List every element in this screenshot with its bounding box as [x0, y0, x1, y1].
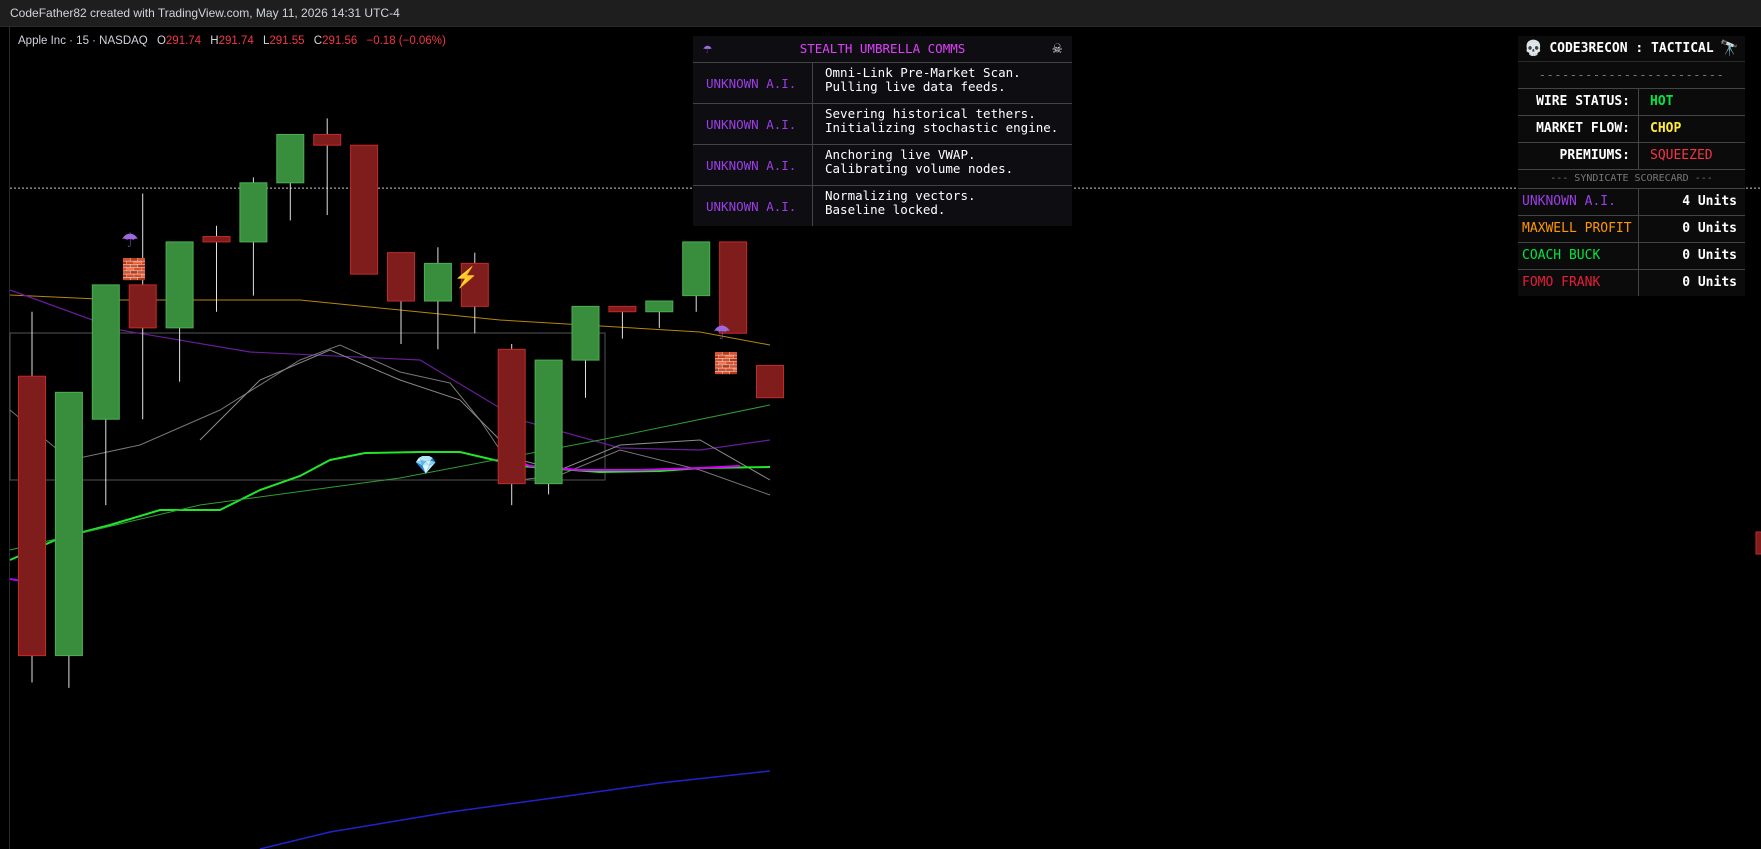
status-label: WIRE STATUS: — [1518, 89, 1639, 115]
candle-body — [645, 300, 674, 313]
candle-body — [756, 364, 784, 399]
comms-message: Normalizing vectors. Baseline locked. — [813, 186, 1072, 226]
candle-body — [202, 236, 231, 243]
comms-message-line: Initializing stochastic engine. — [825, 120, 1059, 135]
change-value: −0.18 (−0.06%) — [366, 35, 446, 47]
bright-green-ma-line — [9, 451, 771, 561]
candle-body — [387, 252, 415, 302]
candle-body — [165, 241, 194, 329]
scorecard-row: COACH BUCK 0 Units — [1518, 243, 1745, 270]
brick-wall-icon: 🧱 — [714, 351, 739, 375]
grey-ma-line-1 — [9, 344, 771, 496]
candle-body — [719, 241, 748, 334]
candle-body — [276, 133, 305, 184]
high-value: 291.74 — [218, 35, 254, 47]
candle-body — [571, 305, 600, 361]
scorecard-row: UNKNOWN A.I. 4 Units — [1518, 189, 1745, 216]
comms-header: ☂ STEALTH UMBRELLA COMMS ☠ — [693, 36, 1072, 63]
comms-message: Omni-Link Pre-Market Scan. Pulling live d… — [813, 63, 1072, 103]
comms-row: UNKNOWN A.I. Severing historical tethers… — [693, 104, 1072, 145]
open-value: 291.74 — [165, 35, 202, 47]
comms-message-line: Severing historical tethers. — [825, 106, 1036, 121]
lightning-icon: ⚡ — [454, 265, 479, 289]
scorecard-title: --- SYNDICATE SCORECARD --- — [1518, 170, 1745, 189]
umbrella-signal-icon: ☂ — [713, 322, 731, 344]
indicator-overlays — [9, 187, 1761, 849]
comms-message-line: Pulling live data feeds. — [825, 79, 1006, 94]
comms-row: UNKNOWN A.I. Normalizing vectors. Baselin… — [693, 186, 1072, 226]
candle-body — [54, 391, 83, 657]
comms-sender: UNKNOWN A.I. — [693, 104, 813, 144]
comms-sender: UNKNOWN A.I. — [693, 186, 813, 226]
skull-crossbones-icon: ☠ — [1052, 38, 1062, 57]
candle-body — [128, 284, 157, 329]
open-label: O — [156, 35, 166, 47]
comms-message: Severing historical tethers. Initializing… — [813, 104, 1072, 144]
price-axis-marker — [1755, 531, 1761, 555]
tactical-separator: ------------------------ — [1518, 62, 1745, 89]
status-row: WIRE STATUS: HOT — [1518, 89, 1745, 116]
comms-title: STEALTH UMBRELLA COMMS — [799, 41, 966, 56]
candle-body — [91, 284, 120, 420]
candle-body — [534, 359, 563, 485]
candle-body — [239, 182, 268, 243]
candle-body — [423, 262, 452, 302]
thin-green-ma-line — [9, 404, 771, 551]
comms-row: UNKNOWN A.I. Anchoring live VWAP. Calibra… — [693, 145, 1072, 186]
purple-ma-line — [9, 289, 771, 451]
comms-sender: UNKNOWN A.I. — [693, 145, 813, 185]
close-value: 291.56 — [322, 35, 358, 47]
comms-panel: ☂ STEALTH UMBRELLA COMMS ☠ UNKNOWN A.I. … — [693, 36, 1072, 226]
status-label: PREMIUMS: — [1518, 143, 1639, 169]
candle-body — [497, 348, 526, 485]
scorecard-units: 4 Units — [1682, 194, 1737, 209]
umbrella-signal-icon: ☂ — [121, 230, 139, 252]
candlesticks — [18, 118, 784, 688]
skull-icon: 💀 — [1524, 39, 1543, 57]
scorecard-units: 0 Units — [1682, 248, 1737, 263]
low-value: 291.55 — [269, 35, 305, 47]
candle-body — [350, 144, 379, 275]
scorecard-units: 0 Units — [1682, 275, 1737, 290]
scorecard-row: FOMO FRANK 0 Units — [1518, 270, 1745, 296]
diamond-icon: 💎 — [415, 455, 437, 475]
candle-body — [682, 241, 711, 297]
status-label: MARKET FLOW: — [1518, 116, 1639, 142]
status-row: MARKET FLOW: CHOP — [1518, 116, 1745, 143]
symbol-info: Apple Inc · 15 · NASDAQ — [18, 35, 148, 47]
comms-message-line: Anchoring live VWAP. — [825, 147, 976, 162]
status-value: CHOP — [1650, 121, 1682, 136]
scorecard-name: FOMO FRANK — [1518, 270, 1639, 296]
telescope-icon: 🔭 — [1720, 39, 1739, 57]
tactical-header: 💀 CODE3RECON : TACTICAL 🔭 — [1518, 36, 1745, 62]
scorecard-name: MAXWELL PROFIT — [1518, 216, 1639, 242]
signal-markers: ☂ 🧱 ⚡ 💎 ☂ 🧱 — [121, 230, 1761, 555]
candle-body — [313, 133, 342, 146]
status-value: HOT — [1650, 94, 1674, 109]
blue-ma-line — [259, 770, 771, 849]
comms-message-line: Baseline locked. — [825, 202, 946, 217]
status-row: PREMIUMS: SQUEEZED — [1518, 143, 1745, 170]
status-value: SQUEEZED — [1650, 148, 1713, 163]
close-label: C — [313, 35, 323, 47]
tactical-panel: 💀 CODE3RECON : TACTICAL 🔭 --------------… — [1518, 36, 1745, 296]
comms-message: Anchoring live VWAP. Calibrating volume n… — [813, 145, 1072, 185]
candle-body — [608, 305, 637, 313]
brick-wall-icon: 🧱 — [122, 257, 147, 281]
scorecard-units: 0 Units — [1682, 221, 1737, 236]
scorecard-name: COACH BUCK — [1518, 243, 1639, 269]
grey-ma-line-2 — [199, 349, 771, 481]
comms-row: UNKNOWN A.I. Omni-Link Pre-Market Scan. P… — [693, 63, 1072, 104]
candle-body — [18, 375, 46, 657]
scorecard-row: MAXWELL PROFIT 0 Units — [1518, 216, 1745, 243]
tactical-title: CODE3RECON : TACTICAL — [1549, 41, 1714, 56]
comms-message-line: Omni-Link Pre-Market Scan. — [825, 65, 1021, 80]
high-label: H — [210, 35, 219, 47]
comms-sender: UNKNOWN A.I. — [693, 63, 813, 103]
comms-message-line: Normalizing vectors. — [825, 188, 976, 203]
comms-message-line: Calibrating volume nodes. — [825, 161, 1014, 176]
symbol-legend: Apple Inc · 15 · NASDAQ O291.74 H291.74 … — [18, 35, 446, 47]
scorecard-name: UNKNOWN A.I. — [1518, 189, 1639, 215]
